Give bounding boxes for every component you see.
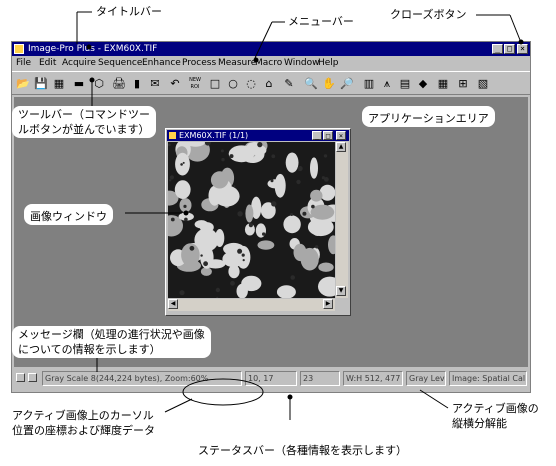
cursor-ellipse xyxy=(182,378,264,406)
message-annotation: メッセージ欄（処理の進行状況や画像 についての情報を示します） xyxy=(12,326,211,358)
resolution-annotation-line1: アクティブ画像の xyxy=(452,402,539,415)
app-area-annotation: アプリケーションエリア xyxy=(362,106,495,127)
cursor-leader xyxy=(164,398,193,413)
image-window-annotation: 画像ウィンドウ xyxy=(24,204,113,225)
message-annotation-line2: についての情報を示します） xyxy=(18,343,161,356)
status-bar-annotation: ステータスバー（各種情報を表示します） xyxy=(198,444,407,457)
close-button-annotation: クローズボタン xyxy=(390,8,467,21)
title-bar-dot xyxy=(86,44,92,50)
cursor-annotation-line2: 位置の座標および輝度データ xyxy=(12,424,155,437)
toolbar-annotation-line2: ルボタンが並んでいます） xyxy=(18,123,150,136)
cursor-annotation-line1: アクティブ画像上のカーソル xyxy=(12,409,154,422)
resolution-annotation: アクティブ画像の 縦横分解能 xyxy=(452,401,539,431)
annotation-lines xyxy=(76,11,524,420)
menu-bar-dot xyxy=(253,57,259,63)
menu-bar-annotation: メニューバー xyxy=(288,15,354,28)
resolution-leader xyxy=(419,389,449,409)
menu-bar-leader-v xyxy=(254,21,273,59)
resolution-annotation-line2: 縦横分解能 xyxy=(452,417,507,430)
image-window-dot xyxy=(183,210,189,216)
close-button-dot xyxy=(518,39,524,45)
toolbar-annotation: ツールバー（コマンドツー ルボタンが並んでいます） xyxy=(12,106,156,138)
title-bar-annotation: タイトルバー xyxy=(96,5,162,18)
toolbar-annotation-line1: ツールバー（コマンドツー xyxy=(18,108,150,121)
message-annotation-line1: メッセージ欄（処理の進行状況や画像 xyxy=(18,328,205,341)
app-area-annotation-text: アプリケーションエリア xyxy=(368,112,489,125)
image-window-annotation-text: 画像ウィンドウ xyxy=(30,210,107,223)
close-button-leader-v xyxy=(509,14,521,41)
cursor-annotation: アクティブ画像上のカーソル 位置の座標および輝度データ xyxy=(12,408,155,438)
toolbar-dot xyxy=(89,77,95,83)
status-bar-dot xyxy=(287,394,293,400)
